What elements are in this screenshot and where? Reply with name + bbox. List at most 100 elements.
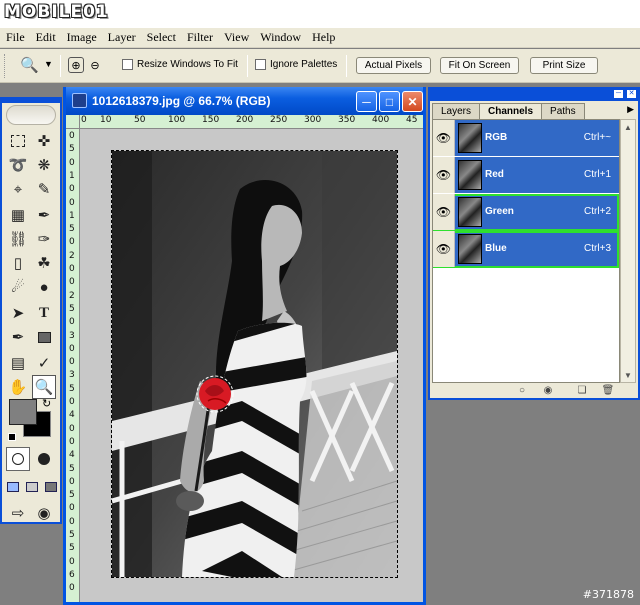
document-titlebar[interactable]: 1012618379.jpg @ 66.7% (RGB) ─ □ ✕	[66, 87, 423, 115]
hand-tool-icon[interactable]: ✋	[6, 375, 30, 399]
channel-row-blue[interactable]: 👁 Blue Ctrl+3	[433, 231, 619, 268]
close-icon[interactable]: ✕	[402, 91, 423, 112]
screen-mode-full-icon[interactable]	[42, 475, 60, 499]
print-size-button[interactable]: Print Size	[530, 57, 598, 74]
menu-filter[interactable]: Filter	[183, 30, 217, 45]
palette-minimize-icon[interactable]: ─	[613, 89, 624, 99]
notes-tool-icon[interactable]: ▤	[6, 351, 30, 375]
eraser-tool-icon[interactable]: ▯	[6, 251, 30, 275]
visibility-eye-icon[interactable]: 👁	[433, 157, 455, 193]
ruler-label: 0	[69, 184, 75, 195]
checkbox-box[interactable]	[255, 59, 266, 70]
blur-tool-icon[interactable]: ☄	[6, 275, 30, 299]
tool-preset-dropdown-icon[interactable]: ▼	[44, 59, 53, 69]
load-channel-selection-icon[interactable]: ○	[516, 384, 528, 396]
checkbox-box[interactable]	[122, 59, 133, 70]
zoom-tool-icon[interactable]: 🔍	[20, 56, 39, 74]
dodge-tool-icon[interactable]: ●	[32, 275, 56, 299]
channel-thumbnail	[458, 197, 482, 227]
save-selection-channel-icon[interactable]: ◉	[542, 384, 554, 396]
palette-scrollbar[interactable]: ▲ ▼	[620, 119, 636, 383]
visibility-eye-icon[interactable]: 👁	[433, 194, 455, 230]
scroll-up-icon[interactable]: ▲	[622, 121, 634, 133]
paint-bucket-tool-icon[interactable]: ☘	[32, 251, 56, 275]
marquee-tool-icon[interactable]	[6, 129, 30, 153]
palette-close-icon[interactable]: ✕	[626, 89, 637, 99]
menu-image[interactable]: Image	[63, 30, 101, 45]
screen-mode-full-menu-icon[interactable]	[23, 475, 41, 499]
document-canvas[interactable]	[80, 129, 423, 602]
visibility-eye-icon[interactable]: 👁	[433, 120, 455, 156]
pen-tool-icon[interactable]: ✒	[6, 325, 30, 349]
standard-mode-icon[interactable]	[6, 447, 30, 471]
menu-layer[interactable]: Layer	[104, 30, 140, 45]
foreground-color-swatch[interactable]	[9, 399, 37, 425]
channel-name: Blue	[485, 243, 507, 254]
lasso-tool-icon[interactable]: ➰	[6, 153, 30, 177]
ruler-label: 0	[69, 343, 75, 354]
menu-select[interactable]: Select	[143, 30, 180, 45]
path-selection-tool-icon[interactable]: ➤	[6, 301, 30, 325]
resize-windows-checkbox[interactable]: Resize Windows To Fit	[122, 59, 238, 70]
palette-menu-icon[interactable]: ▶	[627, 104, 634, 115]
horizontal-ruler[interactable]: 0 10 50 100 150 200 250 300 350 400 45	[80, 115, 423, 129]
ruler-label: 0	[69, 436, 75, 447]
clone-stamp-tool-icon[interactable]: ⛓	[6, 227, 30, 251]
quick-mask-mode-icon[interactable]	[32, 447, 56, 471]
fit-on-screen-button[interactable]: Fit On Screen	[440, 57, 519, 74]
ruler-origin[interactable]	[66, 115, 80, 129]
channel-row-red[interactable]: 👁 Red Ctrl+1	[433, 157, 619, 194]
zoom-tool-icon[interactable]: 🔍	[32, 375, 56, 399]
ruler-label: 0	[69, 476, 75, 487]
menu-window[interactable]: Window	[256, 30, 305, 45]
delete-channel-icon[interactable]: 🗑	[602, 384, 615, 396]
menu-edit[interactable]: Edit	[32, 30, 60, 45]
brush-tool-icon[interactable]: ✒	[32, 203, 56, 227]
type-tool-icon[interactable]: T	[32, 301, 56, 325]
photo-canvas[interactable]	[111, 150, 398, 578]
minimize-icon[interactable]: ─	[356, 91, 377, 112]
default-colors-icon[interactable]	[8, 433, 16, 441]
visibility-eye-icon[interactable]: 👁	[433, 231, 455, 267]
ruler-label: 0	[69, 197, 75, 208]
crop-tool-icon[interactable]: ⌖	[6, 177, 30, 201]
new-channel-icon[interactable]: ❏	[576, 384, 588, 396]
vertical-ruler[interactable]: 0 5 0 1 0 0 1 5 0 2 0 0 2 5 0 3 0 0 3 5 0 4 0 0 4 5 0 5 0 0 5 5 0 6 0	[66, 129, 80, 602]
zoom-out-icon[interactable]: ⊖	[87, 57, 103, 73]
options-grip[interactable]	[4, 54, 7, 78]
shape-tool-icon[interactable]	[32, 325, 56, 349]
move-tool-icon[interactable]: ✜	[32, 129, 56, 153]
ruler-label: 3	[69, 370, 75, 381]
options-separator	[346, 55, 347, 77]
jump-to-imageready-icon[interactable]: ⇨	[6, 501, 30, 525]
menu-view[interactable]: View	[220, 30, 253, 45]
rose	[199, 378, 231, 410]
channel-row-rgb[interactable]: 👁 RGB Ctrl+~	[433, 120, 619, 157]
eyedropper-tool-icon[interactable]: ✓	[32, 351, 56, 375]
magic-wand-tool-icon[interactable]: ❋	[32, 153, 56, 177]
slice-tool-icon[interactable]: ✎	[32, 177, 56, 201]
ruler-label: 300	[304, 115, 322, 125]
scroll-down-icon[interactable]: ▼	[622, 369, 634, 381]
screen-mode-standard-icon[interactable]	[4, 475, 22, 499]
channel-row-green[interactable]: 👁 Green Ctrl+2	[433, 194, 619, 231]
ruler-label: 10	[100, 115, 112, 125]
tab-layers[interactable]: Layers	[432, 103, 481, 119]
healing-brush-tool-icon[interactable]: ▦	[6, 203, 30, 227]
ruler-label: 1	[69, 170, 75, 181]
swap-colors-icon[interactable]: ↻	[42, 397, 51, 410]
tab-channels[interactable]: Channels	[479, 103, 543, 119]
channel-name: RGB	[485, 132, 508, 143]
ignore-palettes-checkbox[interactable]: Ignore Palettes	[255, 59, 337, 70]
actual-pixels-button[interactable]: Actual Pixels	[356, 57, 431, 74]
photoshop-feather-icon[interactable]	[6, 105, 56, 125]
tab-paths[interactable]: Paths	[541, 103, 585, 119]
zoom-in-icon[interactable]: ⊕	[68, 57, 84, 73]
maximize-icon[interactable]: □	[379, 91, 400, 112]
imageready-icon[interactable]: ◉	[32, 501, 56, 525]
menu-file[interactable]: File	[2, 30, 29, 45]
ruler-label: 250	[270, 115, 288, 125]
history-brush-tool-icon[interactable]: ✑	[32, 227, 56, 251]
menu-help[interactable]: Help	[308, 30, 339, 45]
resize-windows-label: Resize Windows To Fit	[137, 59, 238, 70]
